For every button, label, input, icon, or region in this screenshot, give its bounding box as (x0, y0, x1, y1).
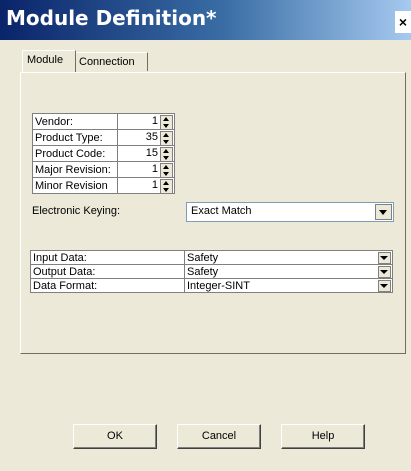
electronic-keying-select[interactable]: Exact Match (186, 202, 394, 222)
chevron-down-icon[interactable] (378, 252, 391, 264)
input-data-select[interactable]: Safety (184, 250, 393, 265)
help-button[interactable]: Help (281, 424, 365, 449)
field-label: Product Type: (32, 129, 118, 146)
field-value: 15 (145, 147, 158, 159)
minor-revision-spinner[interactable]: 1 (117, 177, 175, 194)
data-label: Data Format: (30, 278, 185, 293)
data-value: Safety (187, 251, 219, 264)
electronic-keying-value: Exact Match (191, 205, 252, 217)
spinner-arrows-icon[interactable] (160, 115, 173, 130)
field-label: Minor Revision (32, 177, 118, 194)
field-label: Major Revision: (32, 161, 118, 178)
chevron-down-icon[interactable] (378, 280, 391, 292)
module-definition-dialog: Module Definition* × Module Connection V… (0, 0, 411, 471)
field-row-minor-revision: Minor Revision 1 (32, 177, 175, 194)
field-value: 1 (151, 179, 158, 191)
data-value: Integer-SINT (187, 279, 250, 292)
tab-connection[interactable]: Connection (74, 52, 148, 71)
ok-button[interactable]: OK (73, 424, 157, 449)
spinner-arrows-icon[interactable] (160, 163, 173, 178)
spinner-arrows-icon[interactable] (160, 147, 173, 162)
chevron-down-icon[interactable] (375, 204, 392, 220)
field-value: 35 (145, 131, 158, 143)
field-row-major-revision: Major Revision: 1 (32, 161, 175, 178)
module-fields-grid: Vendor: 1 Product Type: 35 Product Code:… (32, 113, 175, 194)
data-label: Output Data: (30, 264, 185, 279)
data-format-select[interactable]: Integer-SINT (184, 278, 393, 293)
window-title: Module Definition* (6, 6, 217, 30)
product-code-spinner[interactable]: 15 (117, 145, 175, 162)
field-label: Vendor: (32, 113, 118, 130)
electronic-keying-label: Electronic Keying: (32, 205, 121, 217)
title-bar: Module Definition* × (0, 0, 411, 40)
data-value: Safety (187, 265, 219, 278)
field-label: Product Code: (32, 145, 118, 162)
field-value: 1 (151, 163, 158, 175)
tab-module[interactable]: Module (22, 50, 76, 72)
chevron-down-icon[interactable] (378, 266, 391, 278)
field-row-product-type: Product Type: 35 (32, 129, 175, 146)
vendor-spinner[interactable]: 1 (117, 113, 175, 130)
major-revision-spinner[interactable]: 1 (117, 161, 175, 178)
data-row-input: Input Data: Safety (30, 250, 393, 265)
tab-module-label: Module (27, 54, 64, 66)
data-settings-grid: Input Data: Safety Output Data: Safety D… (30, 250, 393, 293)
tab-connection-label: Connection (79, 56, 135, 68)
product-type-spinner[interactable]: 35 (117, 129, 175, 146)
spinner-arrows-icon[interactable] (160, 131, 173, 146)
data-row-output: Output Data: Safety (30, 264, 393, 279)
output-data-select[interactable]: Safety (184, 264, 393, 279)
spinner-arrows-icon[interactable] (160, 179, 173, 194)
data-row-format: Data Format: Integer-SINT (30, 278, 393, 293)
field-row-product-code: Product Code: 15 (32, 145, 175, 162)
field-row-vendor: Vendor: 1 (32, 113, 175, 130)
close-icon[interactable]: × (395, 11, 411, 33)
data-label: Input Data: (30, 250, 185, 265)
field-value: 1 (151, 115, 158, 127)
cancel-button[interactable]: Cancel (177, 424, 261, 449)
